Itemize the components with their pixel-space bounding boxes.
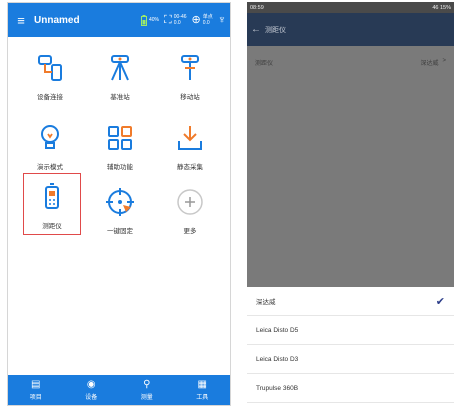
- tile-label: 静态采集: [177, 164, 203, 171]
- toolbar: ← 测距仪: [247, 13, 454, 46]
- rangefinder-screen: 08:59 46 15% ← 测距仪 测距仪 深达威 > 深达威 ✔ Leica…: [247, 2, 454, 406]
- nav-item-project[interactable]: ▤ 项目: [8, 375, 64, 405]
- dimmed-overlay[interactable]: 测距仪 深达威 >: [247, 46, 454, 287]
- nav-item-measure[interactable]: ⚲ 测量: [119, 375, 175, 405]
- tile-static-collect[interactable]: 静态采集: [153, 111, 227, 181]
- tile-one-key-fix[interactable]: 一键固定: [83, 175, 157, 245]
- option-label: Leica Disto D3: [256, 355, 299, 363]
- device-picker-sheet: 深达威 ✔ Leica Disto D5 Leica Disto D3 Trup…: [247, 287, 454, 406]
- clock: 08:59: [250, 4, 264, 11]
- device-home-screen: ≡ Unnamed 40% ⛶ 00-46 0.0 ⊕ 单点 0.0 ♆ 设备连…: [7, 2, 231, 406]
- satellite-icon: ⛶: [164, 14, 172, 26]
- battery-status: 40%: [141, 14, 160, 26]
- tile-label: 更多: [183, 228, 197, 235]
- grid-icon: [103, 121, 137, 155]
- back-arrow-icon[interactable]: ←: [247, 24, 265, 35]
- option-trupulse[interactable]: Trupulse 360B: [247, 374, 454, 403]
- bottom-nav: ▤ 项目 ◉ 设备 ⚲ 测量 ▦ 工具: [8, 375, 230, 405]
- chevron-right-icon: >: [442, 57, 446, 64]
- solution-status: ⊕ 单点 0.0: [192, 14, 213, 26]
- system-status-bar: 08:59 46 15%: [247, 2, 454, 13]
- app-bar: ≡ Unnamed 40% ⛶ 00-46 0.0 ⊕ 单点 0.0 ♆: [8, 3, 230, 37]
- satellite-precision: 0.0: [173, 20, 181, 26]
- status-indicators: 40% ⛶ 00-46 0.0 ⊕ 单点 0.0 ♆: [141, 14, 230, 26]
- nav-item-device[interactable]: ◉ 设备: [64, 375, 120, 405]
- tile-more[interactable]: 更多: [153, 175, 227, 245]
- tile-device-connect[interactable]: 设备连接: [13, 41, 87, 111]
- menu-icon[interactable]: ≡: [8, 13, 34, 28]
- option-leica-d3[interactable]: Leica Disto D3: [247, 345, 454, 374]
- nav-item-tools[interactable]: ▦ 工具: [175, 375, 231, 405]
- tool-icon: ▦: [197, 379, 207, 390]
- tile-label: 测距仪: [42, 223, 62, 230]
- target-icon: ⊕: [191, 14, 201, 26]
- nav-label: 工具: [196, 395, 209, 401]
- base-station-icon: [103, 51, 137, 85]
- doc-icon: ▤: [31, 379, 41, 390]
- satellite-status: ⛶ 00-46 0.0: [164, 14, 187, 26]
- antenna-icon: ♆: [217, 14, 226, 26]
- tile-assist[interactable]: 辅助功能: [83, 111, 157, 181]
- option-label: Trupulse 360B: [256, 384, 299, 392]
- option-label: 深达威: [256, 299, 276, 306]
- signal-battery: 46 15%: [432, 4, 451, 11]
- row-value: 深达威: [420, 60, 439, 67]
- check-icon: ✔: [435, 295, 445, 308]
- lightbulb-icon: [33, 121, 67, 155]
- rangefinder-icon: [35, 180, 69, 214]
- tile-label: 设备连接: [37, 94, 63, 101]
- device-icon: ◉: [86, 379, 96, 390]
- plus-icon: [173, 185, 207, 219]
- crosshair-icon: [103, 185, 137, 219]
- row-label: 测距仪: [255, 60, 274, 67]
- device-connect-icon: [33, 51, 67, 85]
- option-label: Leica Disto D5: [256, 326, 299, 334]
- nav-label: 测量: [140, 395, 153, 401]
- project-title: Unnamed: [34, 14, 80, 26]
- tile-label: 基准站: [110, 94, 130, 101]
- nav-label: 项目: [29, 395, 42, 401]
- screenshot-root: ≡ Unnamed 40% ⛶ 00-46 0.0 ⊕ 单点 0.0 ♆ 设备连…: [0, 0, 458, 408]
- tile-label: 一键固定: [107, 228, 133, 235]
- measure-icon: ⚲: [143, 379, 151, 390]
- tile-demo-mode[interactable]: 演示模式: [13, 111, 87, 181]
- battery-level: 40%: [149, 17, 160, 23]
- nav-label: 设备: [85, 395, 98, 401]
- solution-precision: 0.0: [202, 20, 210, 26]
- tile-rover[interactable]: 移动站: [153, 41, 227, 111]
- rover-icon: [173, 51, 207, 85]
- tile-label: 辅助功能: [107, 164, 133, 171]
- option-shendawei[interactable]: 深达威 ✔: [247, 287, 454, 316]
- toolbar-title: 测距仪: [265, 26, 286, 34]
- battery-icon: [141, 14, 147, 26]
- download-icon: [173, 121, 207, 155]
- tile-rangefinder[interactable]: 测距仪: [23, 173, 81, 235]
- option-leica-d5[interactable]: Leica Disto D5: [247, 316, 454, 345]
- tile-label: 演示模式: [37, 164, 63, 171]
- tile-base-station[interactable]: 基准站: [83, 41, 157, 111]
- tile-label: 移动站: [180, 94, 200, 101]
- rangefinder-row[interactable]: 测距仪 深达威 >: [247, 51, 454, 73]
